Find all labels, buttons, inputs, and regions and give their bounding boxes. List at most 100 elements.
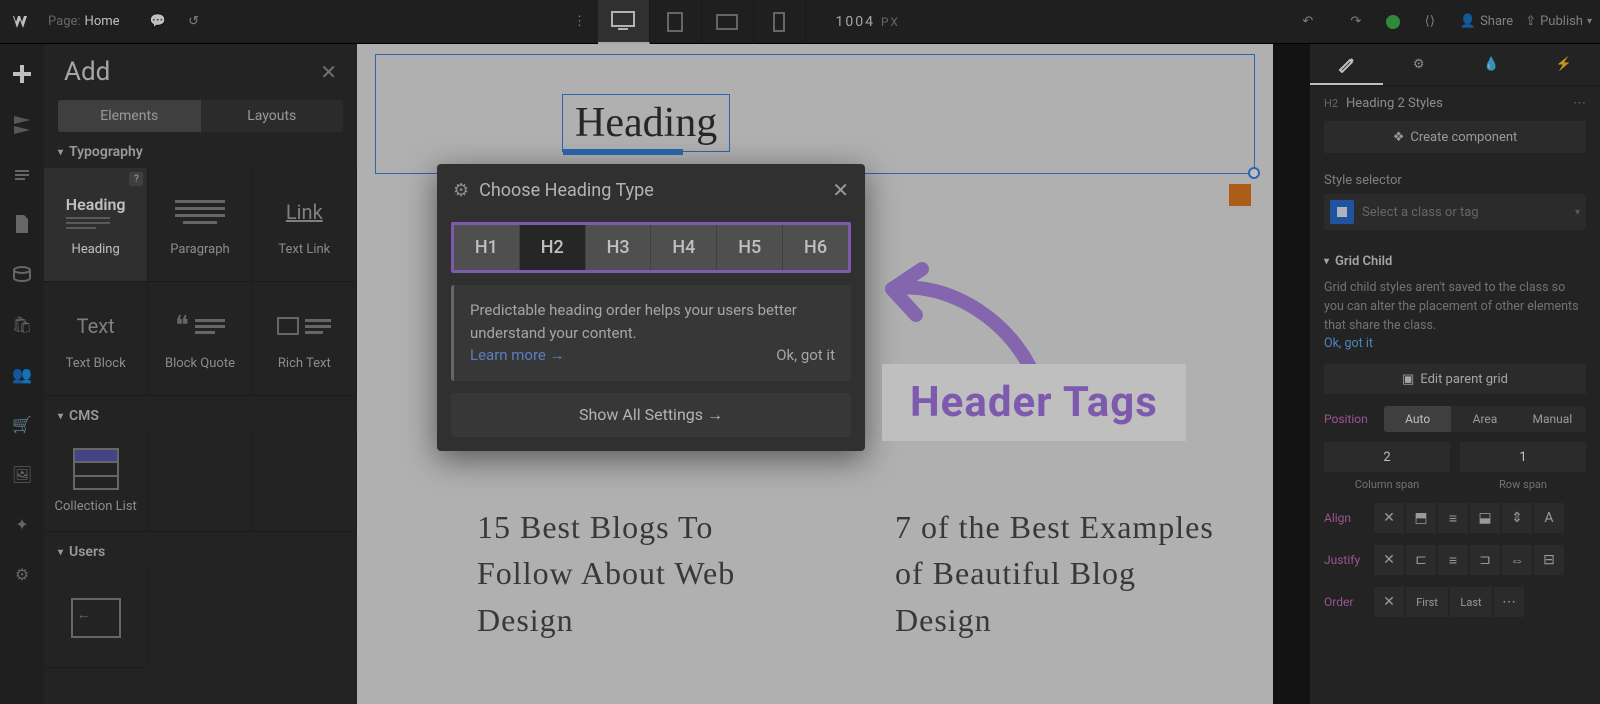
empty-cell xyxy=(253,432,357,532)
h6-button[interactable]: H6 xyxy=(783,225,848,270)
element-tag-badge: H2 xyxy=(1324,97,1338,110)
section-users[interactable]: Users xyxy=(44,532,357,568)
row-span-input[interactable] xyxy=(1460,442,1586,472)
page-icon[interactable] xyxy=(10,212,34,236)
undo-button[interactable]: ↶ xyxy=(1290,4,1326,40)
style-tab[interactable] xyxy=(1310,44,1383,85)
element-block-quote[interactable]: ❝ Block Quote xyxy=(148,282,252,396)
device-mobile-button[interactable] xyxy=(754,0,806,44)
tag-icon xyxy=(1330,200,1354,224)
apps-icon[interactable]: ✦ xyxy=(10,512,34,536)
element-rich-text[interactable]: Rich Text xyxy=(253,282,357,396)
justify-reset[interactable]: ✕ xyxy=(1374,545,1404,575)
align-center[interactable]: ≡ xyxy=(1438,503,1468,533)
order-reset[interactable]: ✕ xyxy=(1374,587,1404,617)
device-desktop-button[interactable] xyxy=(598,0,650,44)
edit-parent-grid-button[interactable]: ▣Edit parent grid xyxy=(1324,364,1586,394)
canvas[interactable]: Heading ⚙ Choose Heading Type ✕ H1 H2 H3… xyxy=(357,44,1273,704)
tab-layouts[interactable]: Layouts xyxy=(201,100,344,132)
heading-element[interactable]: Heading xyxy=(562,94,730,152)
element-text-link[interactable]: Link Text Link xyxy=(253,168,357,282)
element-text-block[interactable]: Text Text Block xyxy=(44,282,148,396)
justify-start[interactable]: ⊏ xyxy=(1406,545,1436,575)
position-manual-button[interactable]: Manual xyxy=(1519,406,1586,432)
position-auto-button[interactable]: Auto xyxy=(1384,406,1451,432)
position-area-button[interactable]: Area xyxy=(1451,406,1518,432)
section-cms[interactable]: CMS xyxy=(44,396,357,432)
close-popover-icon[interactable]: ✕ xyxy=(832,178,849,202)
justify-baseline[interactable]: ⊟ xyxy=(1534,545,1564,575)
learn-more-link[interactable]: Learn more → xyxy=(470,346,565,364)
webflow-logo[interactable] xyxy=(8,8,36,36)
align-baseline[interactable]: A xyxy=(1534,503,1564,533)
align-start[interactable]: ⬒ xyxy=(1406,503,1436,533)
element-label: Heading 2 Styles xyxy=(1346,96,1443,111)
align-end[interactable]: ⬓ xyxy=(1470,503,1500,533)
blog-title-1[interactable]: 15 Best Blogs To Follow About Web Design xyxy=(477,504,815,643)
section-grid-child[interactable]: Grid Child xyxy=(1310,244,1600,279)
align-label: Align xyxy=(1324,511,1372,525)
section-typography[interactable]: Typography xyxy=(44,132,357,168)
device-menu-icon[interactable]: ⋮ xyxy=(562,4,598,40)
element-user[interactable]: ← xyxy=(44,568,148,668)
cms-icon[interactable] xyxy=(10,262,34,286)
ecommerce-icon[interactable]: 🛍 xyxy=(10,312,34,336)
element-paragraph[interactable]: Paragraph xyxy=(148,168,252,282)
h4-button[interactable]: H4 xyxy=(651,225,717,270)
publish-button[interactable]: ⇪Publish▾ xyxy=(1525,4,1592,40)
left-sidebar: 🛍 👥 🛒 🖼 ✦ ⚙ xyxy=(0,44,44,704)
component-icon: ❖ xyxy=(1393,130,1405,145)
justify-end[interactable]: ⊐ xyxy=(1470,545,1500,575)
redo-button[interactable]: ↷ xyxy=(1338,4,1374,40)
h1-button[interactable]: H1 xyxy=(454,225,520,270)
gear-icon: ⚙ xyxy=(453,180,469,201)
revert-icon[interactable]: ↺ xyxy=(176,4,212,40)
justify-center[interactable]: ≡ xyxy=(1438,545,1468,575)
order-first-button[interactable]: First xyxy=(1406,587,1448,617)
justify-stretch[interactable]: ⇔ xyxy=(1502,545,1532,575)
device-tablet-landscape-button[interactable] xyxy=(702,0,754,44)
resize-handle[interactable] xyxy=(1248,167,1260,179)
page-name[interactable]: Home xyxy=(85,14,120,29)
canvas-content: 15 Best Blogs To Follow About Web Design… xyxy=(477,504,1233,643)
help-icon[interactable]: ? xyxy=(129,172,143,186)
chevron-down-icon[interactable]: ▾ xyxy=(1575,207,1580,218)
align-reset[interactable]: ✕ xyxy=(1374,503,1404,533)
add-elements-icon[interactable] xyxy=(10,62,34,86)
order-last-button[interactable]: Last xyxy=(1450,587,1492,617)
share-button[interactable]: 👤Share xyxy=(1460,4,1513,40)
navigator-icon[interactable] xyxy=(10,112,34,136)
users-icon[interactable]: 👥 xyxy=(10,362,34,386)
add-panel-tabs: Elements Layouts xyxy=(58,100,343,132)
create-component-button[interactable]: ❖Create component xyxy=(1324,121,1586,153)
close-add-panel-icon[interactable]: ✕ xyxy=(320,60,337,84)
align-stretch[interactable]: ⇕ xyxy=(1502,503,1532,533)
element-collection-list[interactable]: Collection List xyxy=(44,432,148,532)
device-tablet-button[interactable] xyxy=(650,0,702,44)
h5-button[interactable]: H5 xyxy=(717,225,783,270)
grid-overlay-icon[interactable] xyxy=(1229,184,1251,206)
effects-tab[interactable]: 💧 xyxy=(1455,44,1528,85)
h3-button[interactable]: H3 xyxy=(586,225,652,270)
h2-button[interactable]: H2 xyxy=(520,225,586,270)
column-span-input[interactable] xyxy=(1324,442,1450,472)
assets-icon[interactable]: 🛒 xyxy=(10,412,34,436)
code-export-icon[interactable]: ⟨⟩ xyxy=(1412,4,1448,40)
blog-title-2[interactable]: 7 of the Best Examples of Beautiful Blog… xyxy=(895,504,1233,643)
image-icon[interactable]: 🖼 xyxy=(10,462,34,486)
settings-icon[interactable]: ⚙ xyxy=(10,562,34,586)
gc-ok-link[interactable]: Ok, got it xyxy=(1324,336,1373,351)
settings-tab[interactable]: ⚙ xyxy=(1383,44,1456,85)
more-icon[interactable]: ⋯ xyxy=(1573,96,1586,111)
comment-icon[interactable]: 💬 xyxy=(140,4,176,40)
pages-icon[interactable] xyxy=(10,162,34,186)
show-all-settings-button[interactable]: Show All Settings → xyxy=(451,393,851,437)
interactions-tab[interactable]: ⚡ xyxy=(1528,44,1600,85)
style-selector-input[interactable]: Select a class or tag ▾ xyxy=(1324,194,1586,230)
tab-elements[interactable]: Elements xyxy=(58,100,201,132)
order-more[interactable]: ⋯ xyxy=(1494,587,1524,617)
ok-got-it-button[interactable]: Ok, got it xyxy=(776,344,835,367)
canvas-width-display[interactable]: 1004PX xyxy=(836,14,900,30)
element-heading[interactable]: ? Heading Heading xyxy=(44,168,148,282)
status-indicator xyxy=(1386,15,1400,29)
